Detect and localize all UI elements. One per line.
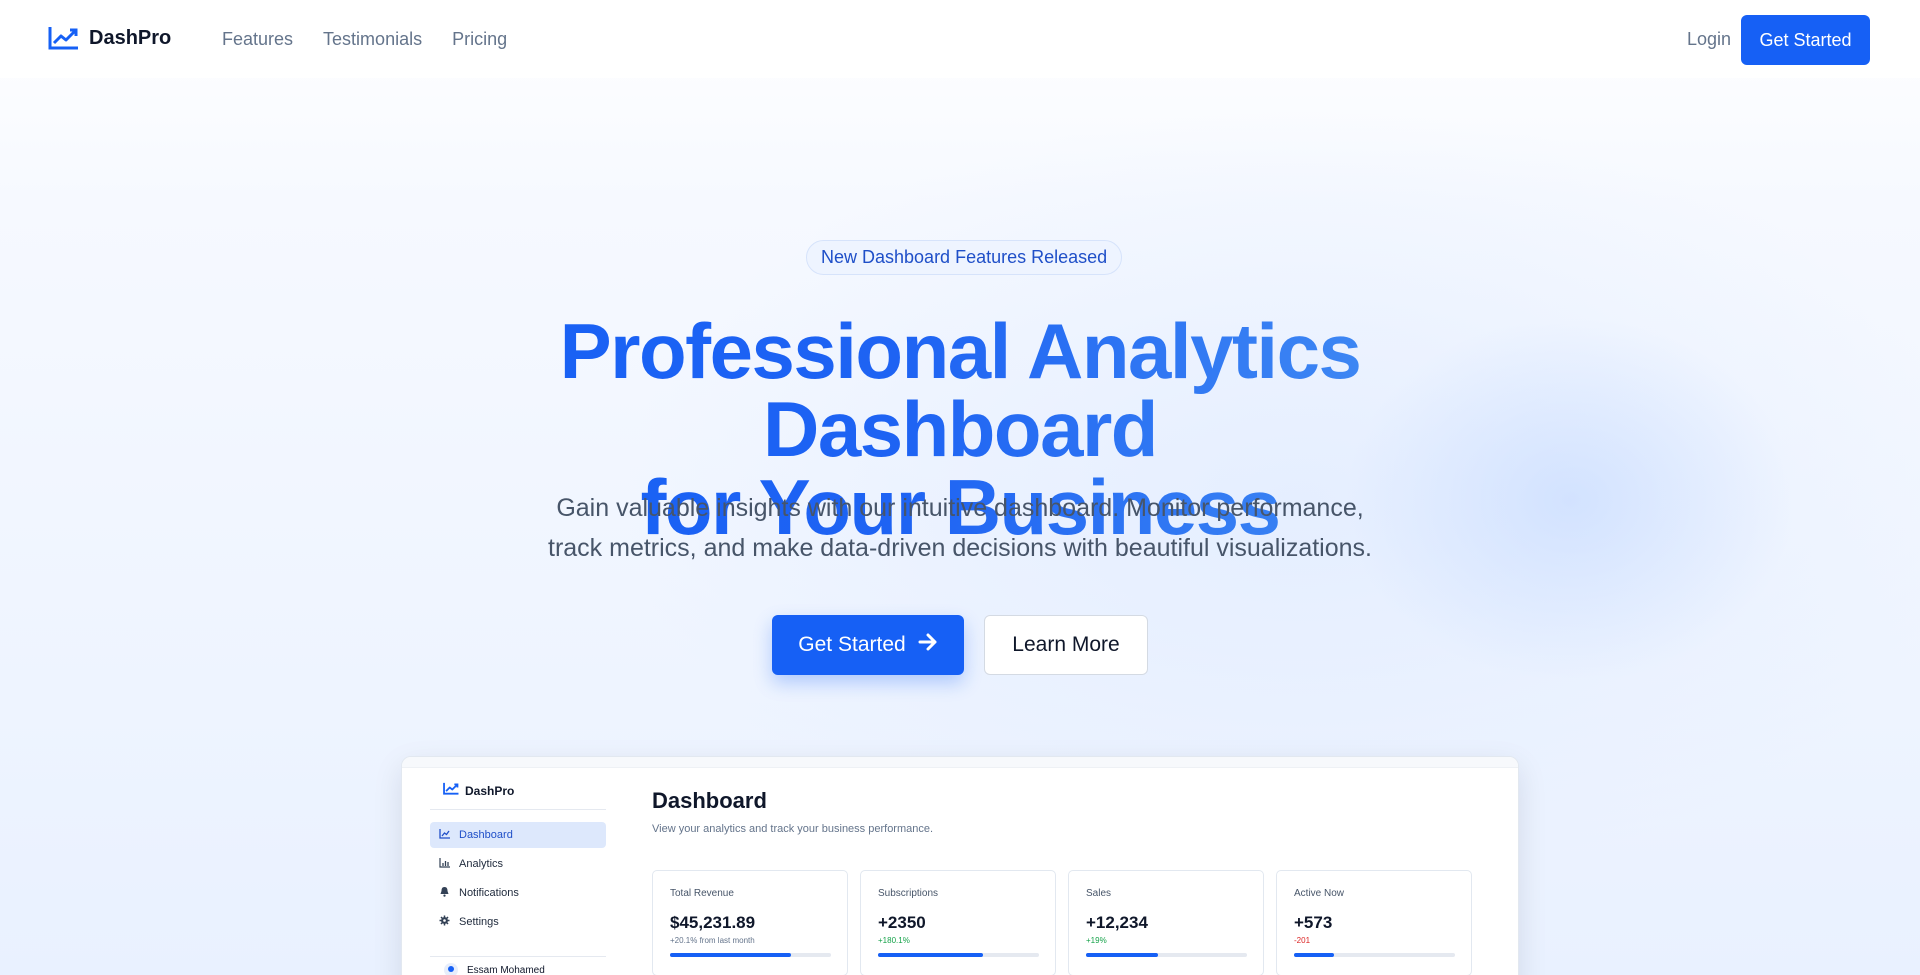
stat-card-change: -201	[1294, 936, 1311, 945]
nav-link-pricing[interactable]: Pricing	[452, 29, 507, 50]
nav-link-testimonials[interactable]: Testimonials	[323, 29, 422, 50]
preview-sidebar-item-analytics[interactable]: Analytics	[430, 851, 606, 877]
stat-card-value: +573	[1294, 913, 1333, 932]
stat-card-progress-fill	[878, 953, 983, 957]
hero-subtitle: Gain valuable insights with our intuitiv…	[520, 488, 1400, 568]
preview-sidebar-label: Dashboard	[459, 829, 513, 841]
hero-title-line-1: Professional Analytics Dashboard	[559, 307, 1361, 473]
preview-sidebar-label: Settings	[459, 916, 499, 928]
stat-card-value: $45,231.89	[670, 913, 756, 932]
nav-get-started-button[interactable]: Get Started	[1741, 15, 1870, 65]
stat-card-label: Active Now	[1294, 888, 1345, 899]
hero-get-started-button[interactable]: Get Started	[772, 615, 964, 675]
avatar	[444, 963, 458, 975]
stat-card-progress	[670, 953, 831, 957]
dashboard-preview: DashPro Dashboard Analytics Notification…	[401, 756, 1519, 975]
nav-link-features[interactable]: Features	[222, 29, 293, 50]
stat-card-change: +20.1% from last month	[670, 936, 755, 945]
stat-card-total-revenue: Total Revenue $45,231.89 +20.1% from las…	[652, 870, 848, 975]
stat-card-subscriptions: Subscriptions +2350 +180.1%	[860, 870, 1056, 975]
stat-card-progress	[1086, 953, 1247, 957]
stat-card-sales: Sales +12,234 +19%	[1068, 870, 1264, 975]
preview-brand-name: DashPro	[465, 784, 515, 798]
gear-icon	[439, 915, 450, 929]
preview-user-name: Essam Mohamed	[467, 964, 545, 975]
stat-card-label: Sales	[1086, 888, 1112, 899]
preview-window-bar	[402, 757, 1518, 768]
landing-page: DashPro Features Testimonials Pricing Lo…	[0, 0, 1920, 975]
login-link[interactable]: Login	[1687, 29, 1731, 50]
brand-name: DashPro	[89, 26, 172, 49]
arrow-right-icon	[918, 633, 938, 657]
stat-card-label: Total Revenue	[670, 888, 734, 899]
bar-chart-icon	[439, 857, 450, 871]
preview-brand: DashPro	[443, 782, 514, 800]
learn-more-button[interactable]: Learn More	[984, 615, 1148, 675]
hero-get-started-label: Get Started	[798, 633, 906, 656]
stat-card-progress-fill	[1086, 953, 1159, 957]
chart-line-icon	[439, 828, 450, 842]
preview-sidebar-item-notifications[interactable]: Notifications	[430, 880, 606, 906]
top-navbar: DashPro Features Testimonials Pricing Lo…	[0, 0, 1920, 78]
hero-subtitle-line-2: track metrics, and make data-driven deci…	[548, 534, 1372, 562]
bell-icon	[439, 886, 450, 900]
preview-sidebar-label: Analytics	[459, 858, 504, 870]
trending-chart-icon	[48, 26, 79, 50]
divider	[430, 809, 606, 810]
preview-sidebar-item-dashboard[interactable]: Dashboard	[430, 822, 606, 848]
brand-logo[interactable]: DashPro	[48, 26, 171, 50]
divider	[430, 956, 606, 957]
preview-page-subtitle: View your analytics and track your busin…	[652, 823, 934, 835]
preview-sidebar-item-settings[interactable]: Settings	[430, 909, 606, 935]
stat-card-progress	[1294, 953, 1455, 957]
trending-chart-icon	[443, 782, 459, 800]
stat-card-label: Subscriptions	[878, 888, 939, 899]
nav-links: Features Testimonials Pricing	[222, 29, 507, 50]
preview-sidebar-label: Notifications	[459, 887, 519, 899]
stat-card-progress-fill	[670, 953, 791, 957]
stat-card-progress-fill	[1294, 953, 1335, 957]
stat-card-change: +19%	[1086, 936, 1107, 945]
stat-card-active-now: Active Now +573 -201	[1276, 870, 1472, 975]
hero-subtitle-line-1: Gain valuable insights with our intuitiv…	[556, 494, 1364, 522]
stat-card-value: +2350	[878, 913, 926, 932]
stat-card-value: +12,234	[1086, 913, 1148, 932]
stat-card-progress	[878, 953, 1039, 957]
preview-user[interactable]: Essam Mohamed	[444, 963, 545, 975]
stat-card-change: +180.1%	[878, 936, 910, 945]
preview-page-title: Dashboard	[652, 788, 767, 813]
announcement-badge[interactable]: New Dashboard Features Released	[806, 240, 1123, 275]
